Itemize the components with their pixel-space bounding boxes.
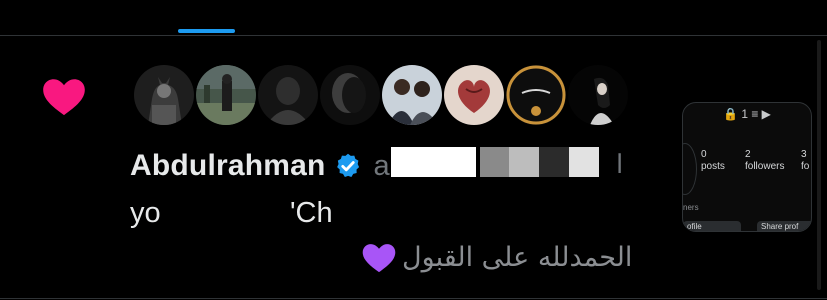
handle-redaction bbox=[569, 147, 599, 177]
avatar-gold-logo-image bbox=[506, 65, 566, 125]
handle-redaction bbox=[509, 147, 539, 177]
avatar[interactable] bbox=[318, 63, 382, 127]
preview-subtitle: ners bbox=[683, 203, 699, 212]
tab-active-indicator bbox=[178, 29, 235, 33]
preview-stat-following: 3 fo bbox=[801, 149, 810, 172]
bio-start: yo bbox=[130, 197, 161, 229]
handle-redaction bbox=[480, 147, 509, 177]
like-heart-icon bbox=[43, 79, 85, 116]
handle-trailing: ا bbox=[616, 149, 624, 179]
profile-preview-card[interactable]: 🔒 1 ≡ ▶ 0 posts 2 followers 3 fo ners of… bbox=[682, 102, 812, 232]
preview-stat-posts: 0 posts bbox=[701, 149, 725, 172]
preview-share-button: Share prof bbox=[757, 221, 811, 231]
avatar[interactable] bbox=[442, 63, 506, 127]
avatar-dark-portrait-image bbox=[258, 65, 318, 125]
preview-top-bar: 🔒 1 ≡ ▶ bbox=[723, 107, 771, 121]
user-handle: a bbox=[373, 149, 390, 182]
preview-avatar bbox=[683, 143, 697, 195]
preview-stat-followers: 2 followers bbox=[745, 149, 785, 172]
purple-heart-icon bbox=[362, 243, 396, 272]
handle-redaction bbox=[391, 147, 476, 177]
bio-redaction bbox=[163, 195, 271, 225]
avatar[interactable] bbox=[504, 63, 568, 127]
avatar-heart-drawing-image bbox=[444, 65, 504, 125]
bottom-divider bbox=[0, 298, 827, 299]
display-name[interactable]: Abdulrahman bbox=[130, 149, 326, 183]
avatar[interactable] bbox=[566, 63, 630, 127]
verified-badge-icon bbox=[336, 153, 359, 177]
handle-redaction bbox=[539, 147, 569, 177]
avatar[interactable] bbox=[256, 63, 320, 127]
avatar-batman-image bbox=[134, 65, 194, 125]
avatar-woman-dark-image bbox=[568, 65, 628, 125]
user-name-row: Abdulrahman a bbox=[130, 148, 390, 184]
scrollbar[interactable] bbox=[817, 40, 821, 290]
preview-edit-button: ofile bbox=[683, 221, 741, 231]
avatar[interactable] bbox=[132, 63, 196, 127]
top-divider bbox=[0, 35, 827, 36]
avatar-street-image bbox=[196, 65, 256, 125]
avatar-shadow-image bbox=[320, 65, 380, 125]
avatar-two-men-image bbox=[382, 65, 442, 125]
bio-end: 'Ch bbox=[290, 197, 333, 229]
avatar[interactable] bbox=[380, 63, 444, 127]
message-text: الحمدلله على القبول bbox=[402, 242, 633, 273]
avatar[interactable] bbox=[194, 63, 258, 127]
user-bio: yo bbox=[130, 197, 161, 230]
notification-message: الحمدلله على القبول bbox=[362, 242, 632, 273]
